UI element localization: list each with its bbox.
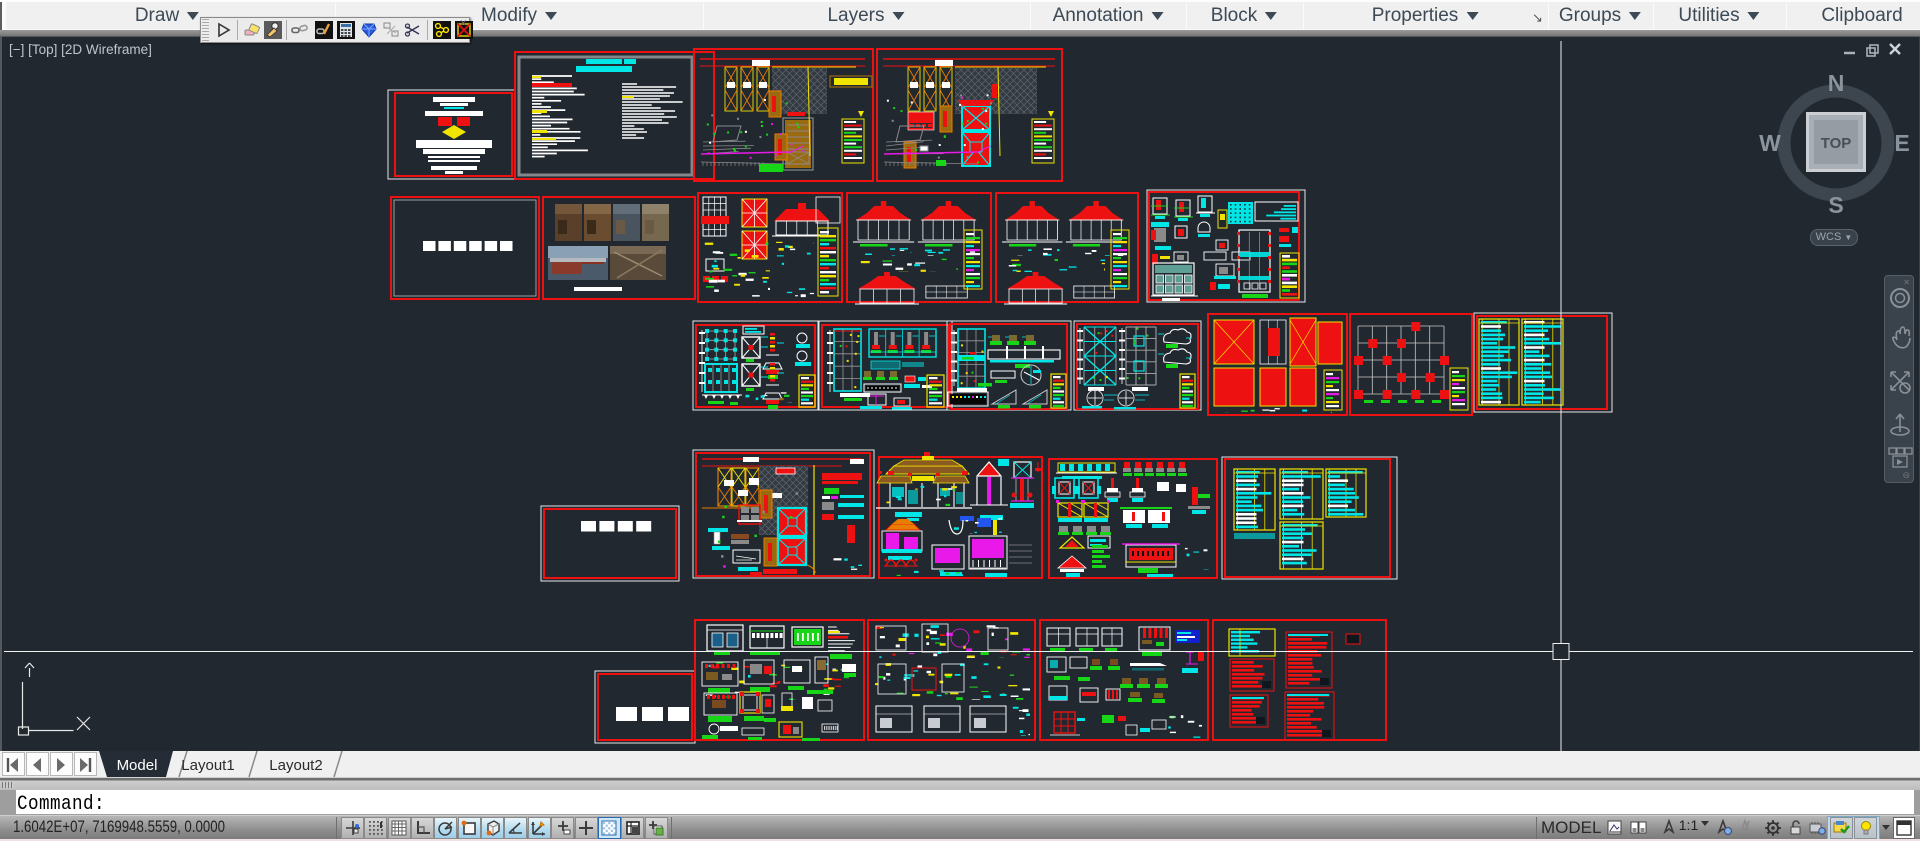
svg-text:N: N — [1828, 70, 1845, 96]
svg-text:W: W — [1759, 130, 1781, 156]
svg-text:TOP: TOP — [1821, 135, 1852, 152]
svg-text:Layout1: Layout1 — [181, 757, 234, 774]
svg-text:Model: Model — [117, 757, 158, 774]
svg-text:S: S — [1828, 192, 1843, 218]
svg-text:Layout2: Layout2 — [269, 757, 322, 774]
svg-text:E: E — [1894, 130, 1909, 156]
